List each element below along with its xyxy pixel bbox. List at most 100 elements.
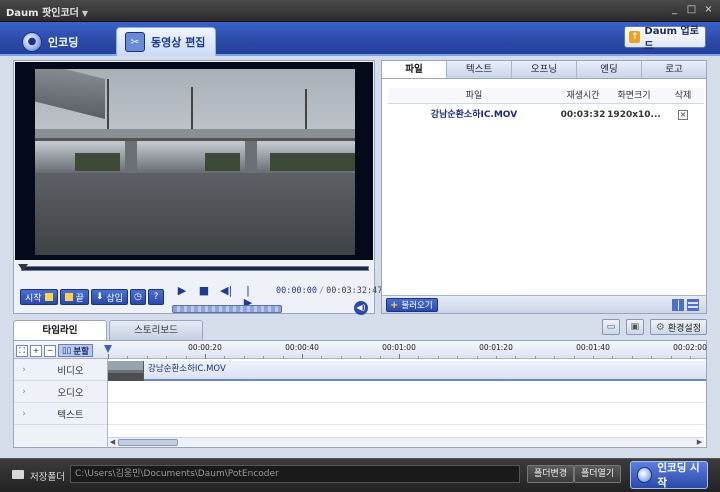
column-resolution[interactable]: 화면크기 (606, 88, 662, 103)
folder-icon[interactable]: ▭ (601, 319, 620, 335)
clock-button[interactable]: ◷ (129, 289, 146, 305)
minimize-button[interactable]: _ (667, 3, 682, 17)
file-panel-tabs: 파일 텍스트 오프닝 엔딩 로고 (382, 61, 706, 79)
tab-opening[interactable]: 오프닝 (512, 61, 577, 78)
tab-timeline[interactable]: 타임라인 (13, 320, 107, 340)
audio-track[interactable] (108, 381, 706, 403)
reel-icon: ● (22, 31, 42, 52)
file-table-header: 파일 재생시간 화면크기 삭제 (388, 88, 704, 104)
track-name: 오디오 (57, 387, 84, 399)
grid-view-icon[interactable] (672, 299, 684, 311)
table-row[interactable]: 강남순환소하IC.MOV 00:03:32 1920x10... × (388, 107, 704, 123)
tab-text[interactable]: 텍스트 (447, 61, 512, 78)
column-delete[interactable]: 삭제 (662, 88, 704, 103)
reel-icon (637, 467, 653, 483)
clock-icon: ◷ (134, 292, 142, 302)
edit-controls: 시작 끝 ⬇ 삽입 ◷ ? (20, 289, 164, 305)
tick-label: 00:01:40 (576, 343, 610, 352)
top-tab-strip: ● 인코딩 ✂ 동영상 편집 (0, 22, 720, 56)
step-back-icon[interactable]: ◀| (220, 285, 232, 297)
preview-panel: 시작 끝 ⬇ 삽입 ◷ ? ▶ ■ ◀| |▶ 00:00:00/00:03:32… (13, 60, 382, 315)
mark-start-label: 시작 (25, 293, 42, 304)
play-icon[interactable]: ▶ (176, 285, 188, 297)
column-file[interactable]: 파일 (388, 88, 560, 103)
scroll-right-icon[interactable]: ▶ (695, 438, 704, 447)
time-separator: / (318, 286, 325, 296)
tick-label: 00:01:00 (382, 343, 416, 352)
main-area: 시작 끝 ⬇ 삽입 ◷ ? ▶ ■ ◀| |▶ 00:00:00/00:03:32… (0, 56, 720, 458)
video-scene-pole (305, 89, 307, 129)
delete-icon[interactable]: × (678, 109, 688, 120)
scroll-thumb[interactable] (118, 439, 178, 446)
window-title-text: Daum 팟인코더 (6, 8, 79, 19)
tick-label: 00:00:40 (285, 343, 319, 352)
tracks-area: 강남순환소하IC.MOV (108, 359, 706, 447)
video-scene-trees (205, 153, 240, 171)
ruler-ticks[interactable]: 00:00:20 00:00:40 00:01:00 00:01:20 00:01:40… (108, 341, 707, 359)
start-encoding-button[interactable]: 인코딩 시작 (630, 461, 708, 489)
maximize-button[interactable]: □ (684, 3, 699, 17)
list-view-icon[interactable] (687, 299, 699, 311)
track-label-text[interactable]: › 텍스트 (14, 403, 107, 425)
daum-upload-button[interactable]: ↑ Daum 업로드 (624, 26, 706, 52)
seek-handle[interactable] (18, 264, 28, 271)
chevron-right-icon: › (22, 364, 26, 375)
text-track[interactable] (108, 403, 706, 425)
frame-scrubber[interactable] (172, 305, 282, 313)
step-forward-icon[interactable]: |▶ (242, 285, 254, 309)
tab-file[interactable]: 파일 (382, 61, 447, 78)
insert-icon: ⬇ (95, 292, 104, 302)
save-path-field[interactable]: C:\Users\김웅민\Documents\Daum\PotEncoder (70, 465, 520, 483)
video-scene-trees (270, 153, 355, 171)
timeline-panel: ⛶ + − ▯▯ 분할 00:00:20 00:00:40 00:01:00 00:01… (13, 340, 707, 448)
timeline-scrollbar[interactable]: ◀ ▶ (108, 437, 704, 447)
tab-ending[interactable]: 엔딩 (577, 61, 642, 78)
playback-controls: ▶ ■ ◀| |▶ (176, 285, 254, 309)
folder-icon (12, 470, 24, 479)
track-label-audio[interactable]: › 오디오 (14, 381, 107, 403)
fit-icon[interactable]: ⛶ (16, 344, 28, 357)
change-folder-button[interactable]: 폴더변경 (527, 465, 575, 483)
split-label: 분할 (73, 346, 89, 357)
file-panel-footer: + 불러오기 (382, 295, 706, 313)
tab-encoding[interactable]: ● 인코딩 (14, 27, 110, 56)
load-file-button[interactable]: + 불러오기 (386, 298, 438, 312)
edit-icon: ✂ (125, 32, 145, 52)
track-label-video[interactable]: › 비디오 (14, 359, 107, 381)
stop-icon[interactable]: ■ (198, 285, 210, 297)
window-title[interactable]: Daum 팟인코더 ▼ (6, 4, 88, 19)
insert-button[interactable]: ⬇ 삽입 (90, 289, 128, 305)
scroll-left-icon[interactable]: ◀ (108, 438, 117, 447)
tab-logo[interactable]: 로고 (642, 61, 706, 78)
zoom-out-icon[interactable]: − (44, 344, 56, 357)
mark-start-button[interactable]: 시작 (20, 289, 58, 305)
seek-bar[interactable] (18, 264, 369, 271)
start-encoding-label: 인코딩 시작 (657, 462, 700, 489)
tab-storyboard[interactable]: 스토리보드 (109, 320, 203, 340)
video-scene-ground (35, 173, 355, 255)
mark-end-button[interactable]: 끝 (59, 289, 89, 305)
time-ruler: ⛶ + − ▯▯ 분할 00:00:20 00:00:40 00:01:00 00:01… (14, 341, 707, 359)
settings-button[interactable]: ⚙ 환경설정 (649, 319, 707, 335)
volume-icon[interactable]: ◀) (354, 301, 368, 315)
title-bar: Daum 팟인코더 ▼ _ □ × (0, 0, 720, 22)
split-button[interactable]: ▯▯ 분할 (58, 344, 93, 357)
video-frame (35, 69, 355, 255)
video-scene-pole (191, 87, 193, 132)
plus-icon: + (390, 299, 399, 311)
zoom-in-icon[interactable]: + (30, 344, 42, 357)
timeline-toolbar: ▭ ▣ ⚙ 환경설정 (601, 319, 707, 335)
tab-video-edit[interactable]: ✂ 동영상 편집 (116, 27, 216, 56)
chevron-right-icon: › (22, 386, 26, 397)
help-button[interactable]: ? (147, 289, 164, 305)
column-duration[interactable]: 재생시간 (560, 88, 606, 103)
mark-end-label: 끝 (75, 293, 84, 304)
open-folder-button[interactable]: 폴더열기 (574, 465, 622, 483)
save-icon[interactable]: ▣ (625, 319, 644, 335)
video-clip[interactable]: 강남순환소하IC.MOV (108, 361, 706, 381)
video-track[interactable]: 강남순환소하IC.MOV (108, 359, 706, 381)
close-button[interactable]: × (701, 3, 716, 17)
playhead[interactable] (104, 345, 112, 353)
video-display (15, 62, 373, 260)
tick-label: 00:00:20 (188, 343, 222, 352)
